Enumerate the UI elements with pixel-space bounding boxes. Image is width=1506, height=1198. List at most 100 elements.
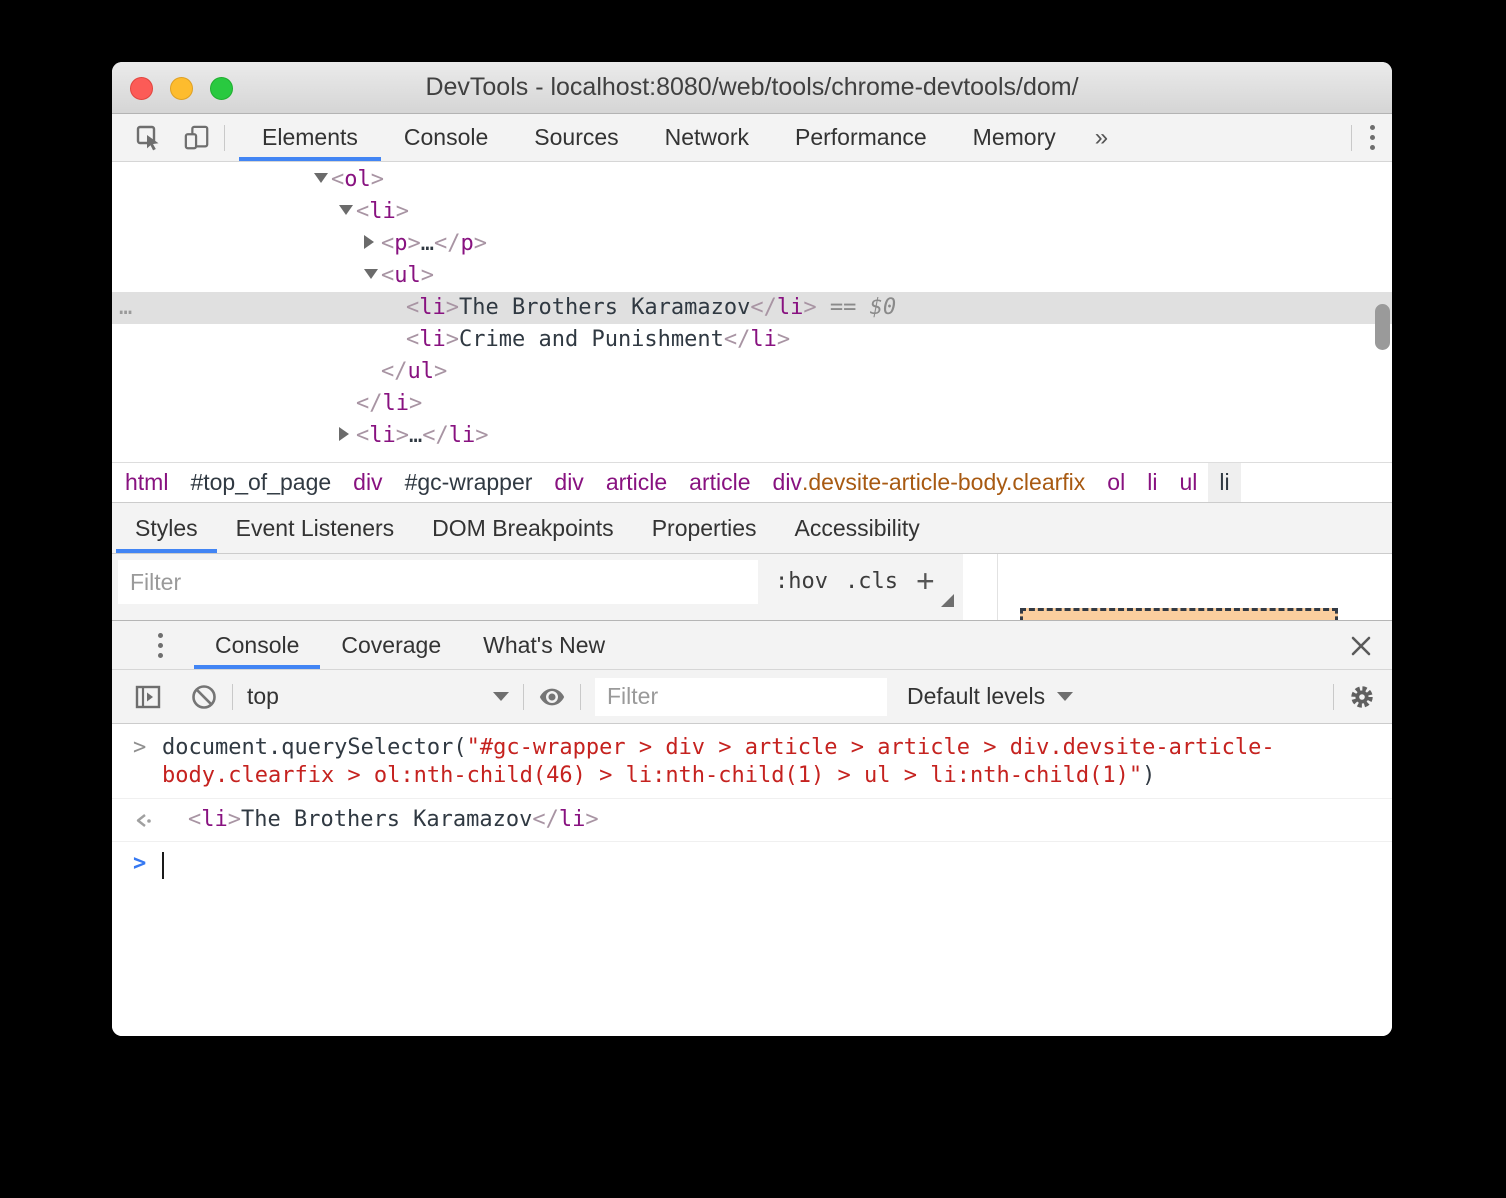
text-segment: html — [125, 469, 168, 496]
breadcrumb-item[interactable]: #top_of_page — [179, 463, 342, 502]
text-segment: li — [201, 807, 228, 832]
tab-elements[interactable]: Elements — [239, 114, 381, 161]
devtools-window: DevTools - localhost:8080/web/tools/chro… — [112, 62, 1392, 1036]
styles-toolbar: :hov .cls + — [112, 554, 1392, 620]
dom-tree-row[interactable]: <p>…</p> — [112, 228, 1392, 260]
resize-grip-icon[interactable] — [941, 594, 954, 607]
console-command-echo: > document.querySelector("#gc-wrapper > … — [112, 724, 1392, 799]
text-segment: </ — [381, 359, 408, 384]
breadcrumb-item[interactable]: li — [1208, 463, 1240, 502]
text-segment: < — [188, 807, 201, 832]
text-segment: li — [369, 423, 396, 448]
tab-network[interactable]: Network — [642, 114, 772, 161]
dom-tree-row[interactable]: <li>Crime and Punishment</li> — [112, 324, 1392, 356]
console-settings-gear-icon[interactable] — [1348, 683, 1376, 711]
drawer-tab-console[interactable]: Console — [194, 621, 320, 669]
javascript-context-select[interactable]: top — [247, 683, 509, 710]
live-expression-eye-icon[interactable] — [538, 683, 566, 711]
zoom-window-button[interactable] — [210, 77, 233, 100]
text-segment: < — [356, 423, 369, 448]
element-classes-button[interactable]: .cls — [845, 554, 898, 610]
dom-tree-row[interactable]: </ul> — [112, 356, 1392, 388]
text-segment: < — [381, 231, 394, 256]
sidebar-tab-dom-breakpoints[interactable]: DOM Breakpoints — [413, 503, 633, 553]
tab-memory[interactable]: Memory — [950, 114, 1079, 161]
minimize-window-button[interactable] — [170, 77, 193, 100]
breadcrumb-item[interactable]: article — [595, 463, 678, 502]
expander-right-icon[interactable] — [364, 228, 381, 260]
text-segment: #top_of_page — [190, 469, 331, 496]
text-segment: < — [406, 295, 419, 320]
text-segment: > — [421, 263, 434, 288]
text-segment: #gc-wrapper — [405, 469, 533, 496]
element-sidebar-pane — [963, 554, 1392, 620]
clear-console-icon[interactable] — [190, 683, 218, 711]
dom-tree-row[interactable]: <li> — [112, 196, 1392, 228]
text-segment: $0 — [870, 295, 897, 320]
text-segment: > — [446, 295, 459, 320]
breadcrumb-item[interactable]: div.devsite-article-body.clearfix — [762, 463, 1097, 502]
expander-down-icon[interactable] — [364, 260, 381, 292]
breadcrumb-item[interactable]: li — [1136, 463, 1168, 502]
sidebar-tab-styles[interactable]: Styles — [116, 503, 217, 553]
sidebar-tab-properties[interactable]: Properties — [633, 503, 776, 553]
expander-right-icon[interactable] — [339, 420, 356, 452]
tab-console[interactable]: Console — [381, 114, 511, 161]
close-drawer-icon[interactable] — [1348, 633, 1374, 659]
close-window-button[interactable] — [130, 77, 153, 100]
console-filter-input[interactable] — [595, 678, 887, 716]
text-segment: ol — [344, 167, 371, 192]
drawer-tab-what-s-new[interactable]: What's New — [462, 621, 626, 669]
breadcrumb-item[interactable]: #gc-wrapper — [394, 463, 544, 502]
result-value[interactable]: <li>The Brothers Karamazov</li> — [188, 806, 1392, 834]
styles-filter-input[interactable] — [118, 560, 758, 604]
breadcrumb-item[interactable]: html — [114, 463, 179, 502]
toggle-element-state-button[interactable]: :hov — [775, 554, 828, 610]
tab-sources[interactable]: Sources — [511, 114, 641, 161]
text-segment: > — [371, 167, 384, 192]
breadcrumb-item[interactable]: div — [543, 463, 594, 502]
result-arrow-icon — [130, 808, 156, 840]
drawer-tab-coverage[interactable]: Coverage — [320, 621, 462, 669]
more-tabs-button[interactable]: » — [1079, 124, 1124, 152]
sidebar-tab-event-listeners[interactable]: Event Listeners — [217, 503, 414, 553]
console-messages: > document.querySelector("#gc-wrapper > … — [112, 724, 1392, 1036]
dom-tree-row[interactable]: …<li>The Brothers Karamazov</li> == $0 — [112, 292, 1392, 324]
more-actions-ellipsis-icon[interactable]: … — [119, 292, 134, 324]
text-segment: p — [461, 231, 474, 256]
inspect-element-icon[interactable] — [136, 125, 162, 151]
kebab-menu-icon[interactable] — [1352, 125, 1392, 150]
breadcrumb-item[interactable]: article — [678, 463, 761, 502]
device-toolbar-icon[interactable] — [184, 125, 210, 151]
text-segment: div — [773, 469, 802, 496]
expander-down-icon[interactable] — [339, 196, 356, 228]
dom-tree-row[interactable]: <li>…</li> — [112, 420, 1392, 452]
new-style-rule-button[interactable]: + — [916, 554, 935, 610]
text-segment: li — [419, 327, 446, 352]
toolbar-divider — [523, 684, 524, 710]
window-title: DevTools - localhost:8080/web/tools/chro… — [112, 62, 1392, 113]
console-prompt[interactable]: > — [112, 842, 1392, 862]
text-segment: li — [419, 295, 446, 320]
scrollbar-thumb[interactable] — [1375, 304, 1390, 350]
log-levels-select[interactable]: Default levels — [907, 683, 1073, 710]
show-console-sidebar-icon[interactable] — [134, 683, 162, 711]
main-tabs: ElementsConsoleSourcesNetworkPerformance… — [239, 114, 1079, 161]
dropdown-caret-icon — [1057, 692, 1073, 701]
expander-down-icon[interactable] — [314, 164, 331, 196]
drawer-kebab-menu-icon[interactable] — [140, 633, 180, 658]
breadcrumb-item[interactable]: ul — [1168, 463, 1208, 502]
text-segment: > — [434, 359, 447, 384]
dom-tree-row[interactable]: <ul> — [112, 260, 1392, 292]
text-segment: < — [356, 199, 369, 224]
text-segment: Crime and Punishment — [459, 327, 724, 352]
dom-tree-row[interactable]: <ol> — [112, 164, 1392, 196]
drawer-tabs: ConsoleCoverageWhat's New — [194, 621, 626, 669]
breadcrumb-item[interactable]: div — [342, 463, 393, 502]
text-segment: div — [554, 469, 583, 496]
text-segment: The Brothers Karamazov — [241, 807, 532, 832]
dom-tree-row[interactable]: </li> — [112, 388, 1392, 420]
breadcrumb-item[interactable]: ol — [1096, 463, 1136, 502]
tab-performance[interactable]: Performance — [772, 114, 950, 161]
sidebar-tab-accessibility[interactable]: Accessibility — [776, 503, 939, 553]
